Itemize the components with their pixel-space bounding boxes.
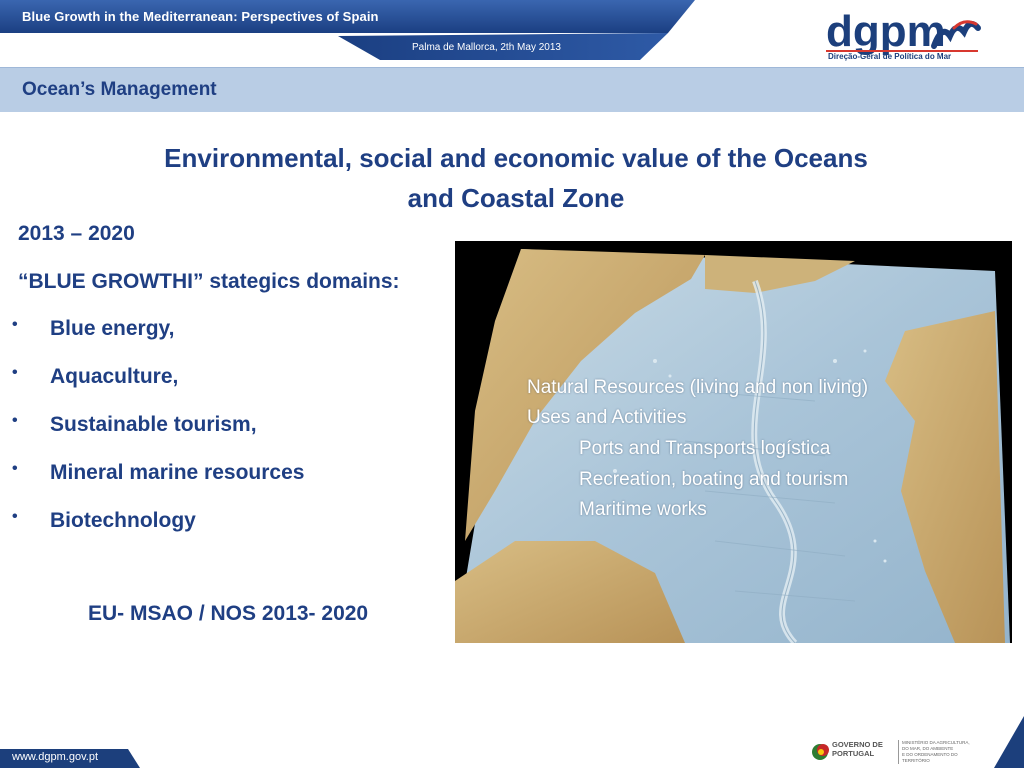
domain-label: Sustainable tourism,: [50, 413, 257, 436]
logo-caption: Direção-Geral de Política do Mar: [828, 52, 952, 61]
domain-label: Blue energy,: [50, 317, 175, 340]
domain-label: Aquaculture,: [50, 365, 179, 388]
section-bar: Ocean’s Management: [0, 67, 1024, 112]
gov-name-line-1: GOVERNO DE: [832, 740, 883, 749]
logo-wordmark: dgpm: [826, 7, 946, 56]
map-label-maritime-works: Maritime works: [579, 499, 707, 520]
bullet-icon: •: [12, 508, 18, 525]
map-label-ports-transports: Ports and Transports logística: [579, 438, 831, 459]
slide-title: Environmental, social and economic value…: [100, 138, 932, 218]
slide-title-line-2: and Coastal Zone: [407, 183, 625, 213]
map-label-recreation: Recreation, boating and tourism: [579, 469, 849, 490]
domain-label: Biotechnology: [50, 509, 196, 532]
bullet-icon: •: [12, 460, 18, 477]
ocean-floor-map: Natural Resources (living and non living…: [455, 241, 1012, 643]
government-name: GOVERNO DE PORTUGAL: [832, 740, 883, 758]
section-title: Ocean’s Management: [22, 79, 217, 100]
eu-strategy-label: EU- MSAO / NOS 2013- 2020: [88, 602, 369, 625]
gov-name-line-2: PORTUGAL: [832, 749, 875, 758]
footer-url[interactable]: www.dgpm.gov.pt: [12, 751, 98, 763]
ministry-name: MINISTÉRIO DA AGRICULTURA, DO MAR, DO AM…: [902, 740, 982, 764]
header-subtitle: Palma de Mallorca, 2th May 2013: [412, 42, 561, 53]
bullet-icon: •: [12, 316, 18, 333]
bullet-icon: •: [12, 412, 18, 429]
slide-title-line-1: Environmental, social and economic value…: [164, 143, 868, 173]
map-label-natural-resources: Natural Resources (living and non living…: [527, 377, 869, 398]
slide: Blue Growth in the Mediterranean: Perspe…: [0, 0, 1024, 768]
bullet-icon: •: [12, 364, 18, 381]
domains-heading: “BLUE GROWTHI” stategics domains:: [18, 270, 400, 293]
ministry-line-3: E DO ORDENAMENTO DO TERRITÓRIO: [902, 752, 958, 763]
corner-decoration: [994, 716, 1024, 768]
domain-label: Mineral marine resources: [50, 461, 305, 484]
period-label: 2013 – 2020: [18, 222, 135, 245]
header-title: Blue Growth in the Mediterranean: Perspe…: [22, 9, 379, 24]
map-label-uses-activities: Uses and Activities: [527, 407, 687, 428]
